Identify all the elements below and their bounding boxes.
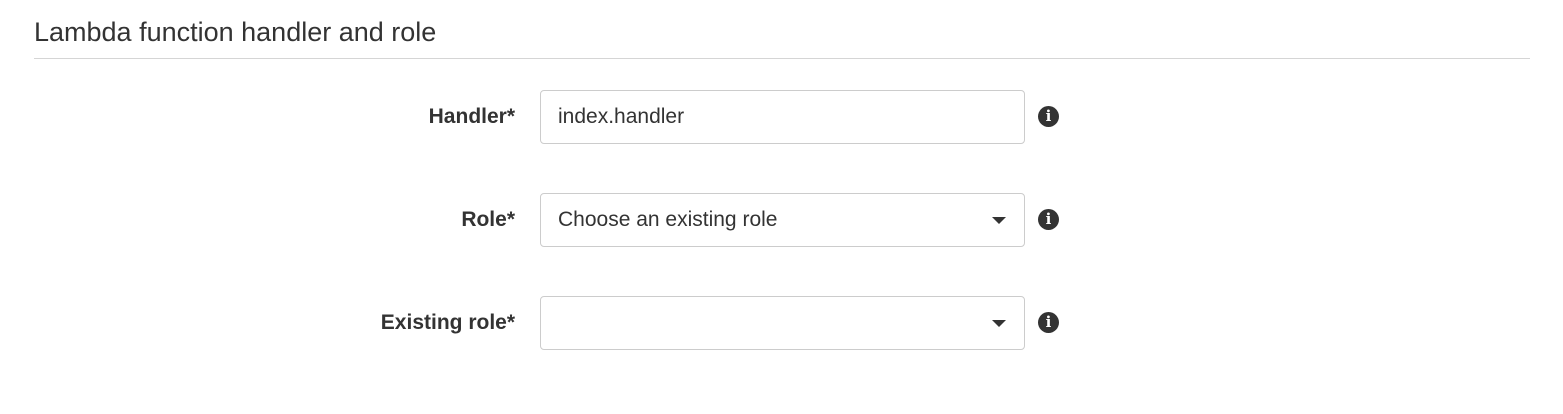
role-info-icon[interactable]: i [1038,209,1059,230]
role-select[interactable]: Choose an existing role [540,193,1025,247]
existing-role-info-icon[interactable]: i [1038,312,1059,333]
caret-down-icon [992,320,1006,327]
existing-role-select[interactable] [540,296,1025,350]
role-label: Role* [461,208,515,231]
role-select-value: Choose an existing role [558,208,778,231]
handler-info-icon[interactable]: i [1038,106,1059,127]
section-title: Lambda function handler and role [34,17,437,47]
handler-input[interactable]: index.handler [540,90,1025,144]
handler-row: Handler* index.handler i [0,90,1563,144]
handler-input-value: index.handler [558,105,685,128]
caret-down-icon [992,217,1006,224]
role-row: Role* Choose an existing role i [0,193,1563,247]
section-divider [34,58,1530,59]
existing-role-label: Existing role* [380,311,515,334]
handler-label: Handler* [428,105,515,128]
existing-role-row: Existing role* i [0,296,1563,350]
